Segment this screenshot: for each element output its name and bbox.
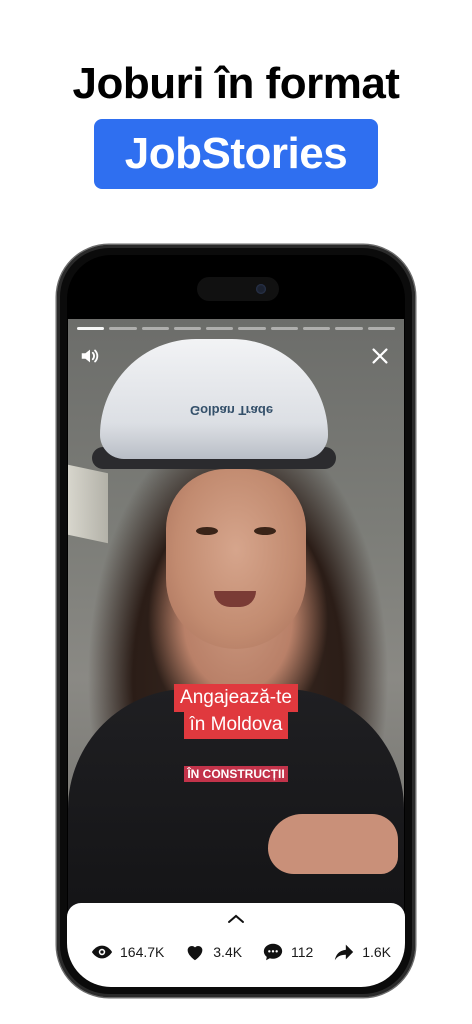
front-camera-icon — [256, 284, 266, 294]
phone-screen: Golban Trade Angajează-te în Moldova ÎN … — [67, 255, 405, 987]
eye-right — [254, 527, 276, 535]
person-hand — [268, 814, 398, 874]
mouth — [214, 591, 256, 607]
category-tag: ÎN CONSTRUCȚII — [67, 765, 405, 783]
progress-segment — [238, 327, 266, 330]
background-light — [68, 464, 108, 544]
progress-segment — [206, 327, 234, 330]
story-progress — [77, 327, 395, 330]
likes-count: 3.4K — [213, 944, 243, 960]
heart-icon[interactable] — [184, 941, 206, 963]
views-count: 164.7K — [120, 944, 165, 960]
dynamic-island — [197, 277, 279, 301]
person-face — [166, 469, 306, 649]
comments-stat[interactable]: 112 — [262, 941, 313, 963]
comments-count: 112 — [290, 944, 314, 960]
likes-stat[interactable]: 3.4K — [184, 941, 242, 963]
progress-segment — [173, 327, 202, 330]
jobstories-badge: JobStories — [94, 119, 378, 189]
headline: Joburi în format — [72, 59, 400, 108]
caption-line-2: în Moldova — [67, 711, 405, 739]
eye-left — [196, 527, 218, 535]
hard-hat: Golban Trade — [100, 339, 328, 459]
progress-segment — [367, 327, 395, 330]
caption-line-1: Angajează-te — [67, 684, 405, 712]
story-video[interactable]: Golban Trade — [68, 319, 404, 919]
shares-count: 1.6K — [362, 944, 391, 960]
chevron-up-icon[interactable] — [226, 911, 246, 923]
progress-segment — [77, 327, 105, 330]
phone-mockup: Golban Trade Angajează-te în Moldova ÎN … — [57, 245, 415, 997]
progress-segment — [303, 327, 331, 330]
views-stat: 164.7K — [91, 941, 164, 963]
share-arrow-icon[interactable] — [333, 941, 355, 963]
progress-segment — [270, 327, 299, 330]
stats-row: 164.7K 3.4K 112 1.6K — [91, 941, 391, 963]
helmet-logo: Golban Trade — [190, 403, 274, 418]
progress-segment — [141, 327, 169, 330]
shares-stat[interactable]: 1.6K — [333, 941, 391, 963]
progress-segment — [109, 327, 137, 330]
comment-icon[interactable] — [262, 941, 284, 963]
close-icon[interactable] — [369, 345, 391, 367]
eye-icon — [91, 945, 113, 959]
speaker-icon[interactable] — [79, 345, 101, 367]
progress-segment — [335, 327, 363, 330]
stats-panel: 164.7K 3.4K 112 1.6K — [67, 903, 405, 987]
